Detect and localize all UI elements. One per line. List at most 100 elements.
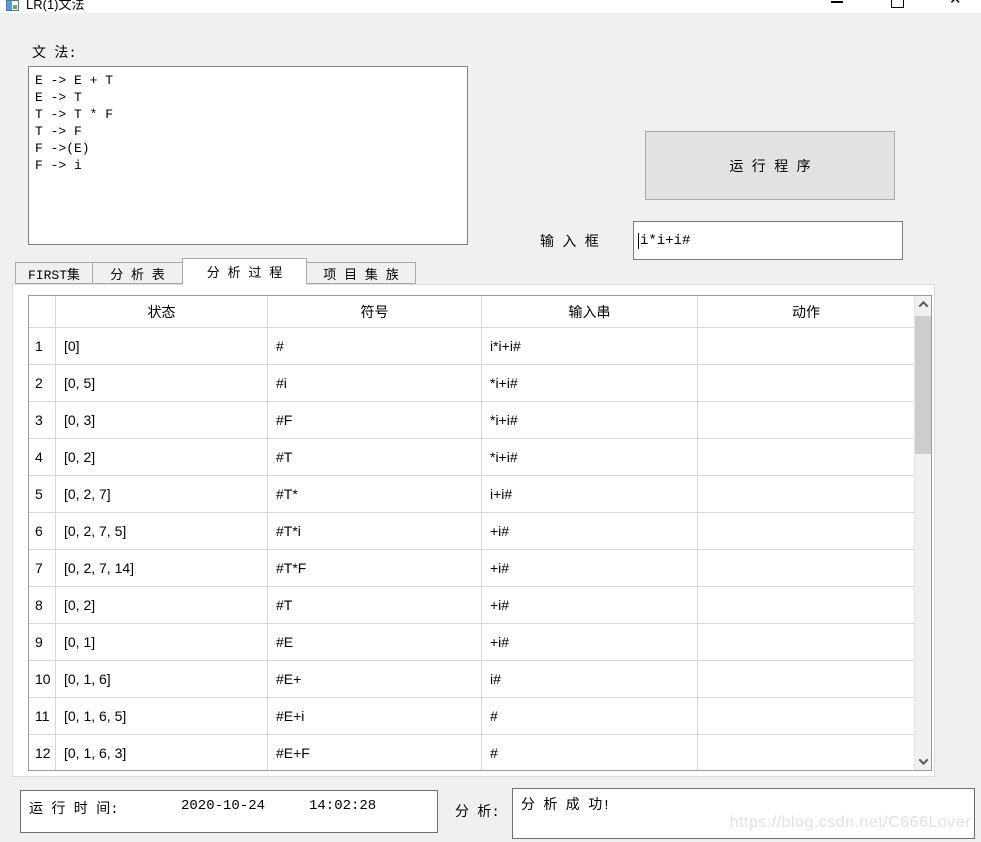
state-cell[interactable]: [0, 1, 6, 3] <box>56 735 268 771</box>
action-cell[interactable] <box>698 550 914 587</box>
tab-item-sets[interactable]: 项 目 集 族 <box>306 262 416 284</box>
action-cell[interactable] <box>698 513 914 550</box>
table-row: 1 [0] # i*i+i# <box>29 328 914 365</box>
symbol-cell[interactable]: #E+ <box>268 661 482 698</box>
symbol-cell[interactable]: #T <box>268 587 482 624</box>
column-header-action[interactable]: 动作 <box>698 296 914 328</box>
state-cell[interactable]: [0, 2, 7] <box>56 476 268 513</box>
row-number-cell[interactable]: 8 <box>29 587 56 624</box>
run-program-button[interactable]: 运 行 程 序 <box>645 131 895 200</box>
symbol-cell[interactable]: #i <box>268 365 482 402</box>
close-icon[interactable]: ✕ <box>949 0 962 9</box>
row-number-cell[interactable]: 9 <box>29 624 56 661</box>
input-cell[interactable]: +i# <box>482 587 698 624</box>
input-cell[interactable]: i# <box>482 661 698 698</box>
symbol-cell[interactable]: #T*i <box>268 513 482 550</box>
symbol-cell[interactable]: #T* <box>268 476 482 513</box>
column-header-state[interactable]: 状态 <box>56 296 268 328</box>
scrollbar-thumb[interactable] <box>915 316 931 454</box>
table-corner-cell[interactable] <box>29 296 56 328</box>
row-number-cell[interactable]: 1 <box>29 328 56 365</box>
symbol-cell[interactable]: #F <box>268 402 482 439</box>
table-row: 3 [0, 3] #F *i+i# <box>29 402 914 439</box>
action-cell[interactable] <box>698 328 914 365</box>
row-number-cell[interactable]: 3 <box>29 402 56 439</box>
state-cell[interactable]: [0, 1, 6, 5] <box>56 698 268 735</box>
row-number-cell[interactable]: 5 <box>29 476 56 513</box>
state-cell[interactable]: [0, 2] <box>56 587 268 624</box>
table-row: 6 [0, 2, 7, 5] #T*i +i# <box>29 513 914 550</box>
input-cell[interactable]: *i+i# <box>482 439 698 476</box>
table-row: 8 [0, 2] #T +i# <box>29 587 914 624</box>
action-cell[interactable] <box>698 365 914 402</box>
action-cell[interactable] <box>698 735 914 771</box>
row-number-cell[interactable]: 11 <box>29 698 56 735</box>
input-cell[interactable]: *i+i# <box>482 402 698 439</box>
row-number-cell[interactable]: 2 <box>29 365 56 402</box>
scroll-down-icon[interactable] <box>915 753 932 770</box>
input-cell[interactable]: # <box>482 698 698 735</box>
state-cell[interactable]: [0, 2, 7, 14] <box>56 550 268 587</box>
input-cell[interactable]: i+i# <box>482 476 698 513</box>
grammar-textarea[interactable]: E -> E + T E -> T T -> T * F T -> F F ->… <box>28 66 468 245</box>
tab-analysis-process[interactable]: 分 析 过 程 <box>182 258 307 285</box>
state-cell[interactable]: [0, 2] <box>56 439 268 476</box>
minimize-icon[interactable] <box>831 1 843 3</box>
action-cell[interactable] <box>698 439 914 476</box>
table-row: 9 [0, 1] #E +i# <box>29 624 914 661</box>
row-number-cell[interactable]: 7 <box>29 550 56 587</box>
input-label: 输 入 框 <box>540 231 599 251</box>
table-row: 5 [0, 2, 7] #T* i+i# <box>29 476 914 513</box>
analysis-result: 分 析 成 功! <box>521 794 611 814</box>
symbol-cell[interactable]: #E <box>268 624 482 661</box>
symbol-cell[interactable]: #E+i <box>268 698 482 735</box>
symbol-cell[interactable]: #T <box>268 439 482 476</box>
row-number-cell[interactable]: 10 <box>29 661 56 698</box>
action-cell[interactable] <box>698 402 914 439</box>
maximize-icon[interactable] <box>891 0 904 8</box>
action-cell[interactable] <box>698 476 914 513</box>
input-cell[interactable]: +i# <box>482 513 698 550</box>
column-header-symbol[interactable]: 符号 <box>268 296 482 328</box>
input-cell[interactable]: # <box>482 735 698 771</box>
input-field-value: i*i+i# <box>640 233 690 249</box>
row-number-cell[interactable]: 6 <box>29 513 56 550</box>
state-cell[interactable]: [0, 2, 7, 5] <box>56 513 268 550</box>
input-cell[interactable]: i*i+i# <box>482 328 698 365</box>
row-number-cell[interactable]: 4 <box>29 439 56 476</box>
state-cell[interactable]: [0] <box>56 328 268 365</box>
scroll-up-icon[interactable] <box>915 296 932 313</box>
vertical-scrollbar[interactable] <box>914 296 931 770</box>
table-row: 10 [0, 1, 6] #E+ i# <box>29 661 914 698</box>
runtime-date: 2020-10-24 <box>181 798 265 814</box>
table-row: 12 [0, 1, 6, 3] #E+F # <box>29 735 914 771</box>
action-cell[interactable] <box>698 587 914 624</box>
tab-first-set[interactable]: FIRST集 <box>15 262 93 284</box>
state-cell[interactable]: [0, 5] <box>56 365 268 402</box>
symbol-cell[interactable]: #T*F <box>268 550 482 587</box>
input-cell[interactable]: *i+i# <box>482 365 698 402</box>
text-caret <box>638 233 639 249</box>
table-row: 11 [0, 1, 6, 5] #E+i # <box>29 698 914 735</box>
table-row: 4 [0, 2] #T *i+i# <box>29 439 914 476</box>
app-icon <box>6 0 19 11</box>
action-cell[interactable] <box>698 661 914 698</box>
table-header-row: 状态 符号 输入串 动作 <box>29 296 914 328</box>
runtime-box: 运 行 时 间: 2020-10-24 14:02:28 <box>20 790 438 833</box>
table-row: 2 [0, 5] #i *i+i# <box>29 365 914 402</box>
tab-analysis-table[interactable]: 分 析 表 <box>92 262 183 284</box>
action-cell[interactable] <box>698 624 914 661</box>
column-header-input[interactable]: 输入串 <box>482 296 698 328</box>
symbol-cell[interactable]: # <box>268 328 482 365</box>
state-cell[interactable]: [0, 3] <box>56 402 268 439</box>
parse-process-table: 状态 符号 输入串 动作 1 [0] # i*i+i# 2 [0, 5] #i … <box>28 295 932 771</box>
row-number-cell[interactable]: 12 <box>29 735 56 771</box>
symbol-cell[interactable]: #E+F <box>268 735 482 771</box>
input-cell[interactable]: +i# <box>482 624 698 661</box>
analysis-label: 分 析: <box>455 801 500 821</box>
input-field[interactable]: i*i+i# <box>633 221 903 260</box>
state-cell[interactable]: [0, 1] <box>56 624 268 661</box>
action-cell[interactable] <box>698 698 914 735</box>
input-cell[interactable]: +i# <box>482 550 698 587</box>
state-cell[interactable]: [0, 1, 6] <box>56 661 268 698</box>
